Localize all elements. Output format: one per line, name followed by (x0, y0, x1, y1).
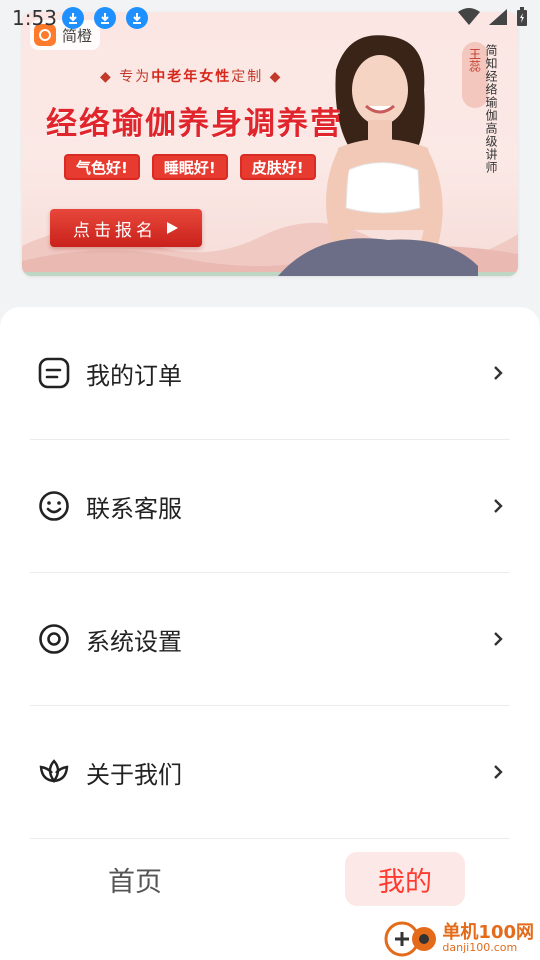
benefit-tag: 气色好! (64, 154, 140, 180)
download-icon (94, 7, 116, 29)
signup-button-label: 点击报名 (73, 220, 157, 241)
instructor-name: 王蕊 (467, 48, 482, 72)
benefit-tag: 皮肤好! (239, 154, 316, 180)
app-screen: 简橙 ◆ 专为中老年女性定制 ◆ 经络瑜伽养身调养营 气色好! 睡眠好! 皮肤好… (0, 0, 540, 960)
status-time: 1:53 (12, 6, 57, 30)
smiley-icon (38, 490, 70, 522)
settings-icon (38, 623, 70, 655)
tab-home[interactable]: 首页 (60, 852, 210, 906)
chevron-right-icon (494, 366, 503, 380)
tagline-suffix: 定制 ◆ (231, 69, 283, 85)
order-icon (38, 357, 70, 389)
watermark-text: 单机100网 danji100.com (442, 921, 534, 954)
chevron-right-icon (494, 499, 503, 513)
tagline-prefix: ◆ 专为 (100, 69, 152, 85)
menu-item-settings[interactable]: 系统设置 (30, 573, 510, 706)
signal-icon (489, 9, 507, 25)
lotus-icon (38, 756, 70, 788)
wifi-icon (458, 8, 480, 25)
menu-label-customer-service: 联系客服 (86, 494, 182, 523)
play-arrow-icon (167, 222, 178, 234)
site-watermark: 单机100网 danji100.com (382, 918, 534, 958)
chevron-right-icon (494, 765, 503, 779)
watermark-url: danji100.com (442, 940, 518, 954)
battery-icon (517, 7, 527, 26)
watermark-name: 单机100网 (442, 921, 534, 943)
tab-mine[interactable]: 我的 (345, 852, 465, 906)
menu-item-orders[interactable]: 我的订单 (30, 307, 510, 440)
benefit-tags: 气色好! 睡眠好! 皮肤好! (64, 154, 316, 180)
banner-headline: 经络瑜伽养身调养营 (46, 106, 343, 142)
bottom-tab-bar: 首页 我的 (0, 840, 540, 920)
promo-banner[interactable]: 简橙 ◆ 专为中老年女性定制 ◆ 经络瑜伽养身调养营 气色好! 睡眠好! 皮肤好… (22, 12, 518, 276)
menu-label-settings: 系统设置 (86, 627, 182, 656)
instructor-photo (278, 35, 478, 276)
menu-label-orders: 我的订单 (86, 361, 182, 390)
instructor-title: 简知经络瑜伽高级讲师 (484, 44, 498, 174)
download-icon (126, 7, 148, 29)
banner-tagline: ◆ 专为中老年女性定制 ◆ (100, 66, 282, 86)
tagline-highlight: 中老年女性 (151, 69, 232, 85)
watermark-logo (384, 921, 437, 957)
signup-button[interactable]: 点击报名 (50, 209, 202, 247)
menu-item-about[interactable]: 关于我们 (30, 706, 510, 839)
download-icon (62, 7, 84, 29)
benefit-tag: 睡眠好! (151, 154, 228, 180)
notification-icons (62, 7, 148, 29)
system-icons (458, 7, 528, 27)
status-bar: 1:53 (0, 0, 540, 36)
menu-label-about: 关于我们 (86, 760, 182, 789)
chevron-right-icon (494, 632, 503, 646)
menu-item-customer-service[interactable]: 联系客服 (30, 440, 510, 573)
